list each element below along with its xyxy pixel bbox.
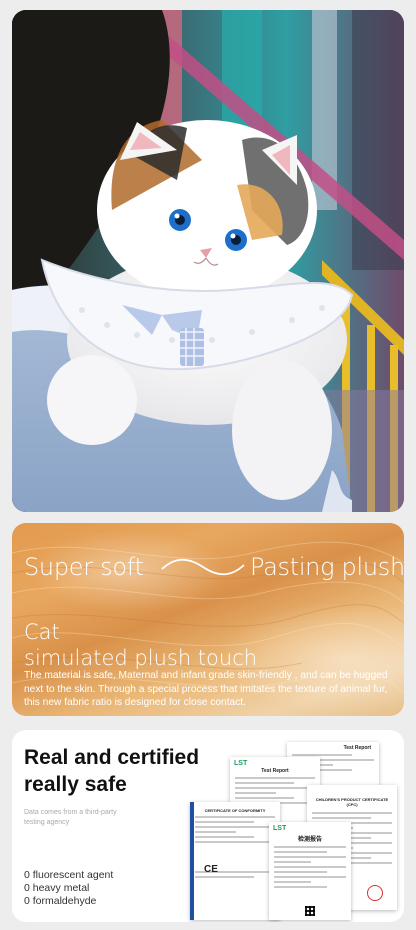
cert-source-note: Data comes from a third-party testing ag… <box>24 809 117 826</box>
cert-heading-line1: Real and certified <box>24 746 200 769</box>
doc-title: CHILDREN'S PRODUCT CERTIFICATE (CPC) <box>315 797 389 807</box>
plush-description: The material is safe, Maternal and infan… <box>24 670 388 708</box>
qr-code-icon <box>305 906 315 916</box>
plush-title-line2: simulated plush touch <box>24 646 258 670</box>
plush-title: Cat simulated plush touch <box>24 619 257 671</box>
doc-title: CERTIFICATE OF CONFORMITY <box>204 808 266 813</box>
lst-logo: LST <box>273 825 287 832</box>
ce-mark: CE <box>204 864 218 875</box>
certificate-of-conformity-doc: CERTIFICATE OF CONFORMITY CE <box>190 802 280 920</box>
cert-heading-line2: really safe <box>24 773 127 796</box>
cert-list-item: 0 formaldehyde <box>24 895 97 907</box>
cert-list: 0 fluorescent agent 0 heavy metal 0 form… <box>24 869 113 908</box>
cert-heading: Real and certified really safe <box>24 744 199 798</box>
headline-pasting-plush: Pasting plush <box>250 553 404 581</box>
red-stamp <box>367 885 383 901</box>
plush-cat-photo <box>12 10 404 512</box>
lst-logo: LST <box>234 760 248 767</box>
headline-super-soft: Super soft <box>24 553 144 581</box>
cn-test-report-doc: LST 检测报告 <box>269 822 351 920</box>
doc-title: Test Report <box>343 745 371 751</box>
product-photo <box>12 10 404 512</box>
wave-divider-icon <box>161 558 245 576</box>
certification-panel: Real and certified really safe Data come… <box>12 730 404 922</box>
plush-title-line1: Cat <box>24 620 60 644</box>
plush-texture-banner: Super soft Pasting plush Cat simulated p… <box>12 523 404 716</box>
cert-list-item: 0 heavy metal <box>24 882 90 894</box>
headline-row: Super soft Pasting plush <box>24 553 404 587</box>
cert-list-item: 0 fluorescent agent <box>24 869 114 881</box>
